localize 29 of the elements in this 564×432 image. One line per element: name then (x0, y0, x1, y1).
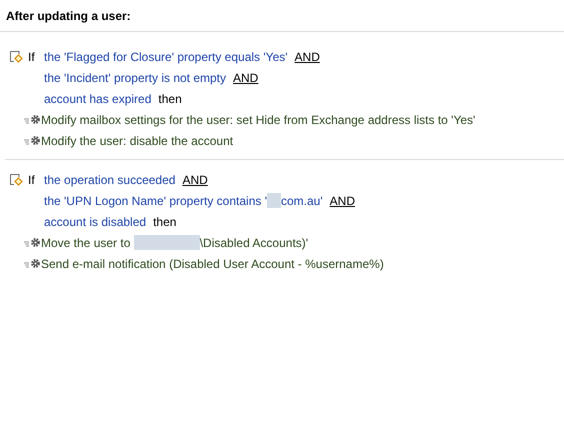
redaction-mark (267, 193, 281, 208)
rule-text: Modify the user: disable the account (41, 132, 234, 150)
and-link[interactable]: AND (294, 48, 320, 66)
rule-text: Send e-mail notification (Disabled User Account - %username%) (41, 256, 384, 272)
rule-text: the operation succeeded (44, 172, 176, 188)
condition-icon (9, 173, 23, 186)
if-keyword: If (28, 172, 35, 188)
rule-text: account has expired (44, 90, 152, 108)
gear-icon (24, 114, 41, 125)
and-link[interactable]: AND (233, 68, 258, 86)
gear-icon (24, 135, 41, 146)
section-title: After updating a user: (6, 8, 131, 24)
rule-text: com.au' (281, 192, 323, 210)
gear-icon (24, 258, 41, 269)
if-keyword: If (28, 48, 35, 66)
and-link[interactable]: AND (330, 192, 355, 210)
rule-text: Modify mailbox settings for the user: set Hide from Exchange address lists to 'Yes' (41, 112, 476, 128)
rule-text: the 'UPN Logon Name' property contains ' (44, 192, 267, 210)
rule-text: the 'Flagged for Closure' property equals 'Yes' (44, 48, 288, 66)
gear-icon (24, 237, 41, 248)
rule-text: the 'Incident' property is not empty (44, 70, 226, 86)
rule-text: Move the user to (41, 234, 132, 252)
rule-text: account is disabled (44, 214, 146, 230)
and-link[interactable]: AND (182, 170, 208, 188)
redaction-mark (134, 235, 200, 250)
condition-icon (9, 50, 23, 63)
then-keyword: then (153, 214, 176, 230)
rule-text: \Disabled Accounts)' (200, 234, 308, 252)
then-keyword: then (158, 90, 182, 108)
